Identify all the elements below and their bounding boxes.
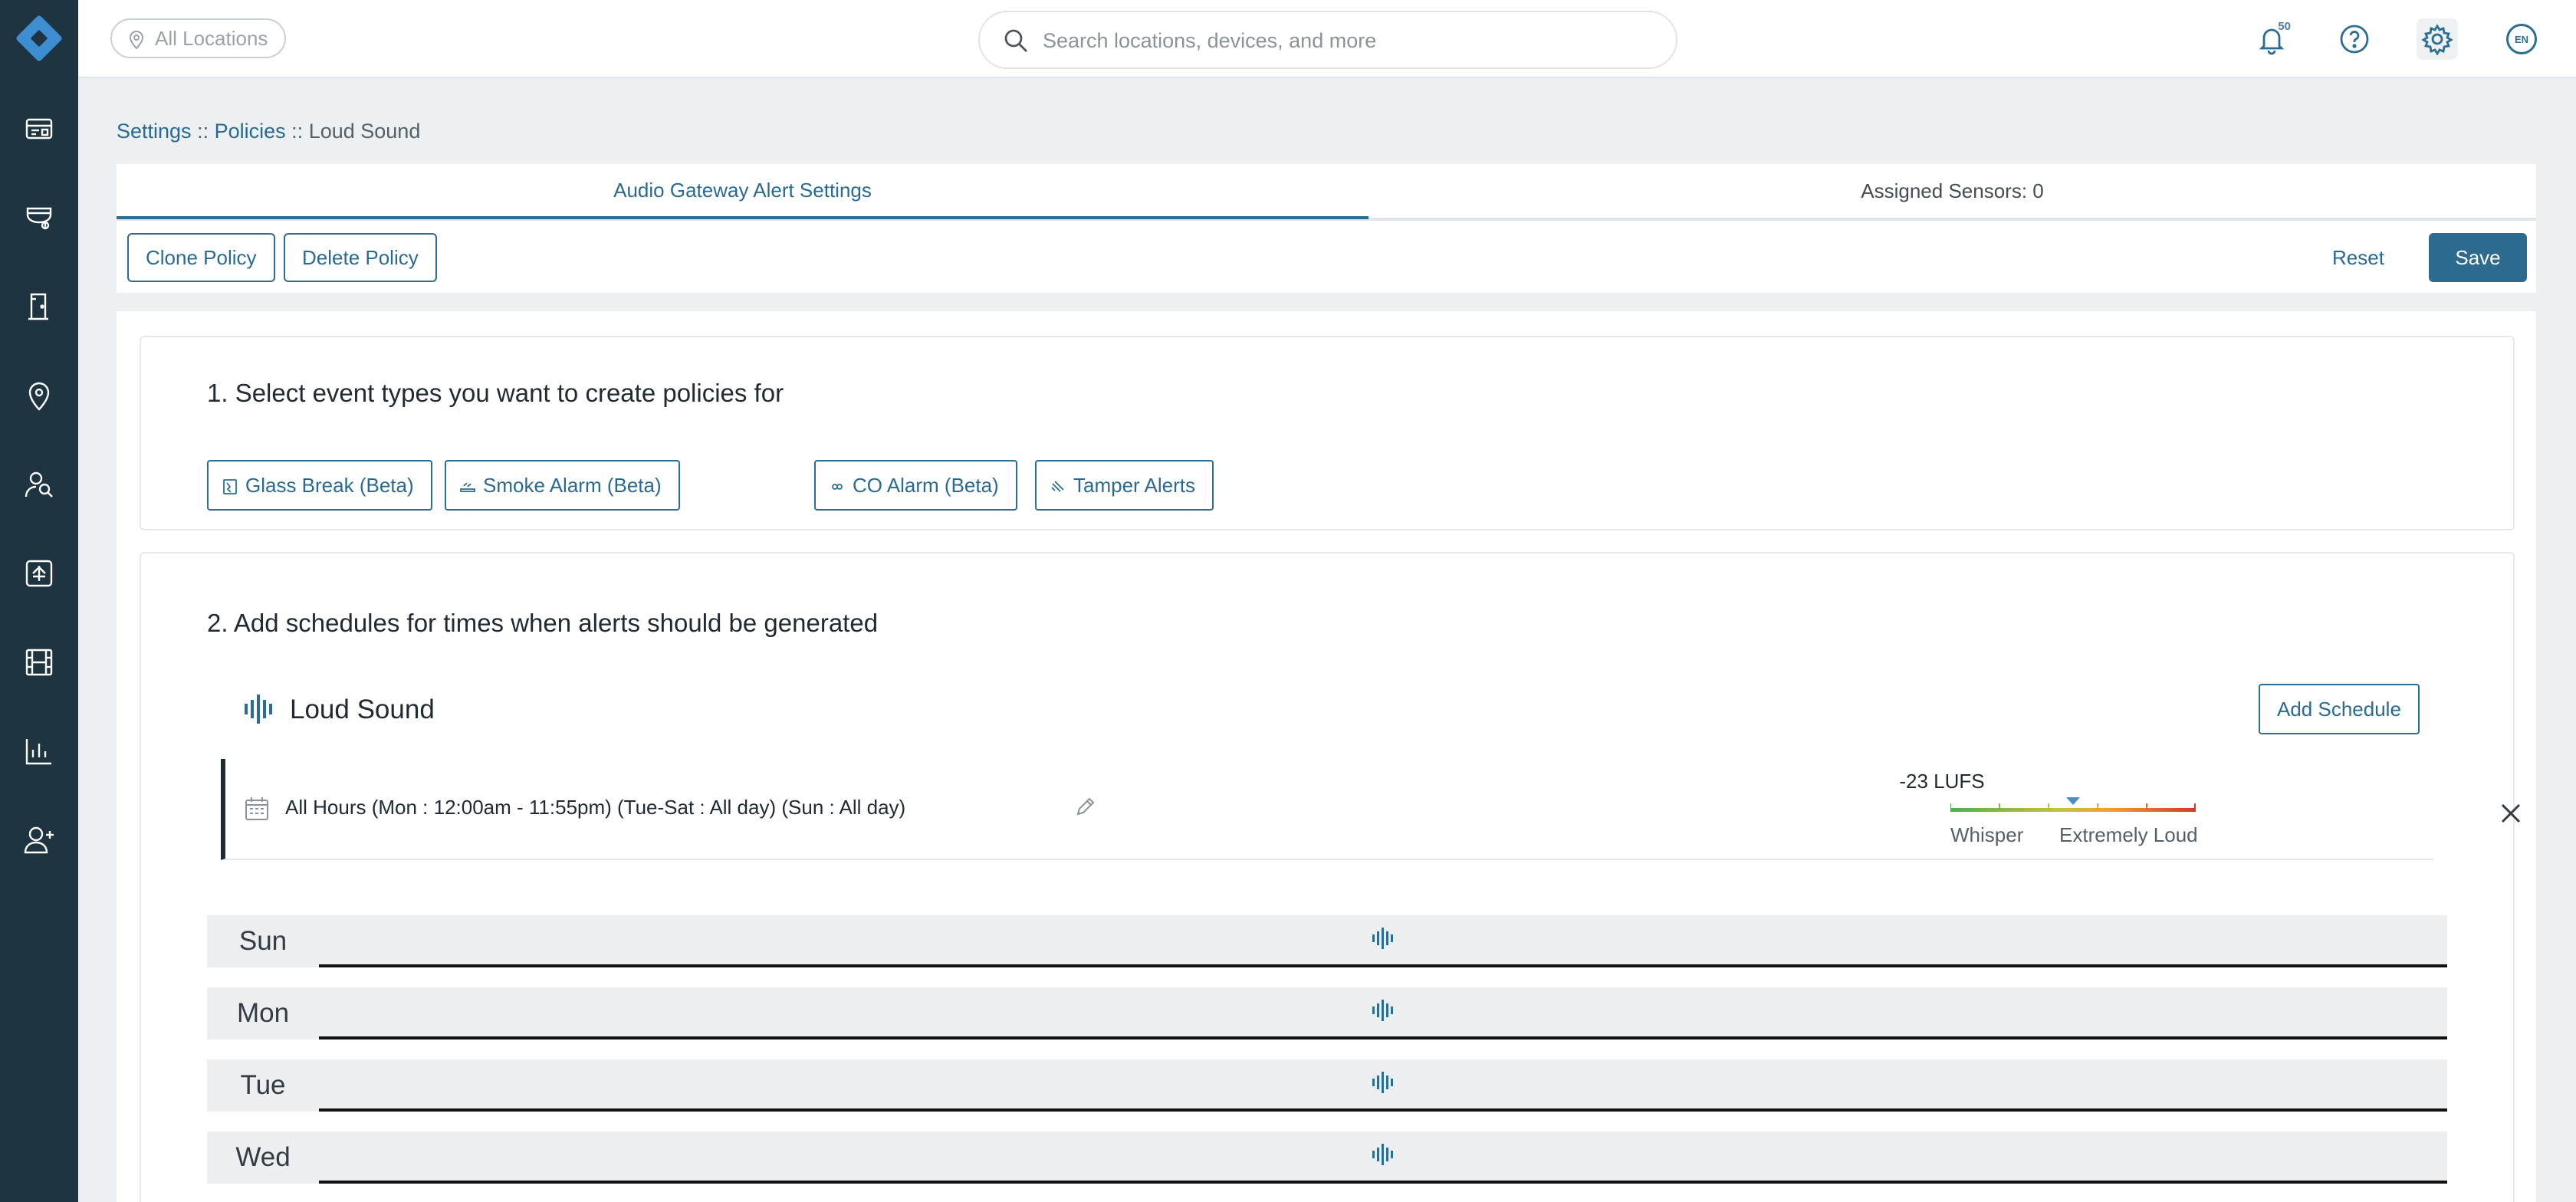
day-row-tue: Tue	[207, 1059, 2447, 1112]
chip-label: Smoke Alarm (Beta)	[483, 473, 662, 497]
day-timeline[interactable]	[319, 915, 2447, 967]
chip-label: Glass Break (Beta)	[245, 473, 414, 497]
location-filter-label: All Locations	[155, 26, 268, 50]
sidebar-item-video[interactable]	[0, 632, 78, 693]
day-row-wed: Wed	[207, 1131, 2447, 1184]
location-filter[interactable]: All Locations	[110, 18, 287, 58]
search-input[interactable]	[1043, 23, 1656, 58]
loudness-marker[interactable]	[2066, 797, 2080, 805]
sidebar-item-users[interactable]	[0, 810, 78, 871]
sidebar-item-cameras[interactable]	[0, 187, 78, 248]
clone-policy-button[interactable]: Clone Policy	[127, 233, 275, 282]
breadcrumb-separator: ::	[197, 120, 209, 143]
sidebar-item-search-people[interactable]	[0, 454, 78, 515]
add-schedule-button[interactable]: Add Schedule	[2259, 684, 2420, 734]
door-icon	[28, 293, 48, 320]
policy-content: 1. Select event types you want to create…	[117, 311, 2536, 1202]
bar-chart-icon	[25, 739, 51, 765]
schedule-row[interactable]: All Hours (Mon : 12:00am - 11:55pm) (Tue…	[221, 759, 2521, 860]
reset-button[interactable]: Reset	[2332, 233, 2384, 282]
alert-box-icon	[25, 560, 53, 587]
sidebar-item-reports[interactable]	[0, 721, 78, 782]
breadcrumb-policies[interactable]: Policies	[215, 120, 286, 143]
section-title: 2. Add schedules for times when alerts s…	[207, 609, 879, 637]
top-bar: All Locations 50 EN	[78, 0, 2576, 78]
language-button[interactable]: EN	[2501, 18, 2542, 60]
sound-wave-icon	[1372, 928, 1393, 949]
add-user-icon	[24, 826, 54, 854]
delete-policy-button[interactable]: Delete Policy	[284, 233, 437, 282]
calendar-icon	[245, 797, 268, 820]
chip-tamper-alerts[interactable]: Tamper Alerts	[1035, 460, 1214, 511]
edit-pencil-icon[interactable]	[1073, 796, 1096, 819]
sidebar-item-access[interactable]	[0, 276, 78, 337]
chip-co-alarm[interactable]: CO Alarm (Beta)	[814, 460, 1017, 511]
smoke-alarm-icon	[460, 482, 475, 492]
glass-break-icon	[223, 479, 237, 494]
day-label: Tue	[207, 1059, 319, 1112]
day-row-mon: Mon	[207, 987, 2447, 1039]
day-timeline[interactable]	[319, 1131, 2447, 1184]
sidebar-item-alerts[interactable]	[0, 543, 78, 604]
breadcrumb-current: Loud Sound	[308, 120, 421, 143]
notifications-button[interactable]: 50	[2251, 18, 2292, 60]
help-button[interactable]	[2334, 18, 2375, 60]
save-button[interactable]: Save	[2429, 233, 2527, 282]
day-label: Mon	[207, 987, 319, 1039]
day-timeline[interactable]	[319, 1059, 2447, 1112]
search-box	[978, 11, 1677, 69]
schedules-section: 2. Add schedules for times when alerts s…	[140, 552, 2521, 1202]
breadcrumb-settings[interactable]: Settings	[117, 120, 192, 143]
meter-high-label: Extremely Loud	[2059, 823, 2198, 846]
day-label: Wed	[207, 1131, 319, 1184]
breadcrumb-separator: ::	[291, 120, 304, 143]
settings-button[interactable]	[2417, 18, 2458, 60]
language-badge: EN	[2506, 24, 2537, 54]
day-timeline[interactable]	[319, 987, 2447, 1039]
day-row-sun: Sun	[207, 915, 2447, 967]
chip-smoke-alarm[interactable]: Smoke Alarm (Beta)	[445, 460, 680, 511]
location-pin-icon	[28, 382, 50, 411]
sound-wave-icon	[1372, 1144, 1393, 1165]
breadcrumb: Settings :: Policies :: Loud Sound	[117, 120, 420, 143]
location-pin-icon	[129, 31, 144, 50]
person-search-icon	[25, 471, 53, 498]
loudness-meter[interactable]	[1950, 796, 2196, 816]
tamper-icon	[1051, 481, 1064, 492]
sound-wave-icon	[1372, 1000, 1393, 1021]
section-title: 1. Select event types you want to create…	[207, 379, 784, 407]
event-title: Loud Sound	[290, 695, 435, 724]
chip-glass-break[interactable]: Glass Break (Beta)	[207, 460, 432, 511]
sound-wave-icon	[1372, 1072, 1393, 1093]
co-alarm-icon	[832, 484, 843, 490]
event-types-section: 1. Select event types you want to create…	[140, 336, 2515, 530]
policy-tabs: Audio Gateway Alert Settings Assigned Se…	[117, 164, 2536, 219]
film-icon	[25, 649, 53, 676]
app-logo[interactable]	[15, 14, 64, 63]
chip-label: Tamper Alerts	[1073, 473, 1195, 497]
sidebar	[0, 0, 78, 1202]
notification-count: 50	[2278, 20, 2291, 33]
sidebar-item-dashboard[interactable]	[0, 98, 78, 159]
chip-label: CO Alarm (Beta)	[853, 473, 999, 497]
tab-assigned-sensors[interactable]: Assigned Sensors: 0	[1368, 164, 2536, 219]
meter-low-label: Whisper	[1950, 823, 2024, 846]
close-icon[interactable]	[2498, 800, 2524, 826]
day-label: Sun	[207, 915, 319, 967]
gear-icon	[2421, 24, 2453, 55]
help-icon	[2340, 25, 2369, 54]
tab-audio-gateway-alert-settings[interactable]: Audio Gateway Alert Settings	[117, 164, 1368, 219]
policy-action-bar: Clone Policy Delete Policy Reset Save	[117, 219, 2536, 293]
camera-icon	[26, 207, 52, 230]
sidebar-item-locations[interactable]	[0, 365, 78, 426]
sound-wave-icon	[245, 695, 272, 724]
search-icon	[1004, 29, 1027, 52]
loudness-value: -23 LUFS	[1899, 770, 1985, 793]
dashboard-icon	[25, 118, 53, 140]
schedule-description: All Hours (Mon : 12:00am - 11:55pm) (Tue…	[285, 796, 906, 819]
